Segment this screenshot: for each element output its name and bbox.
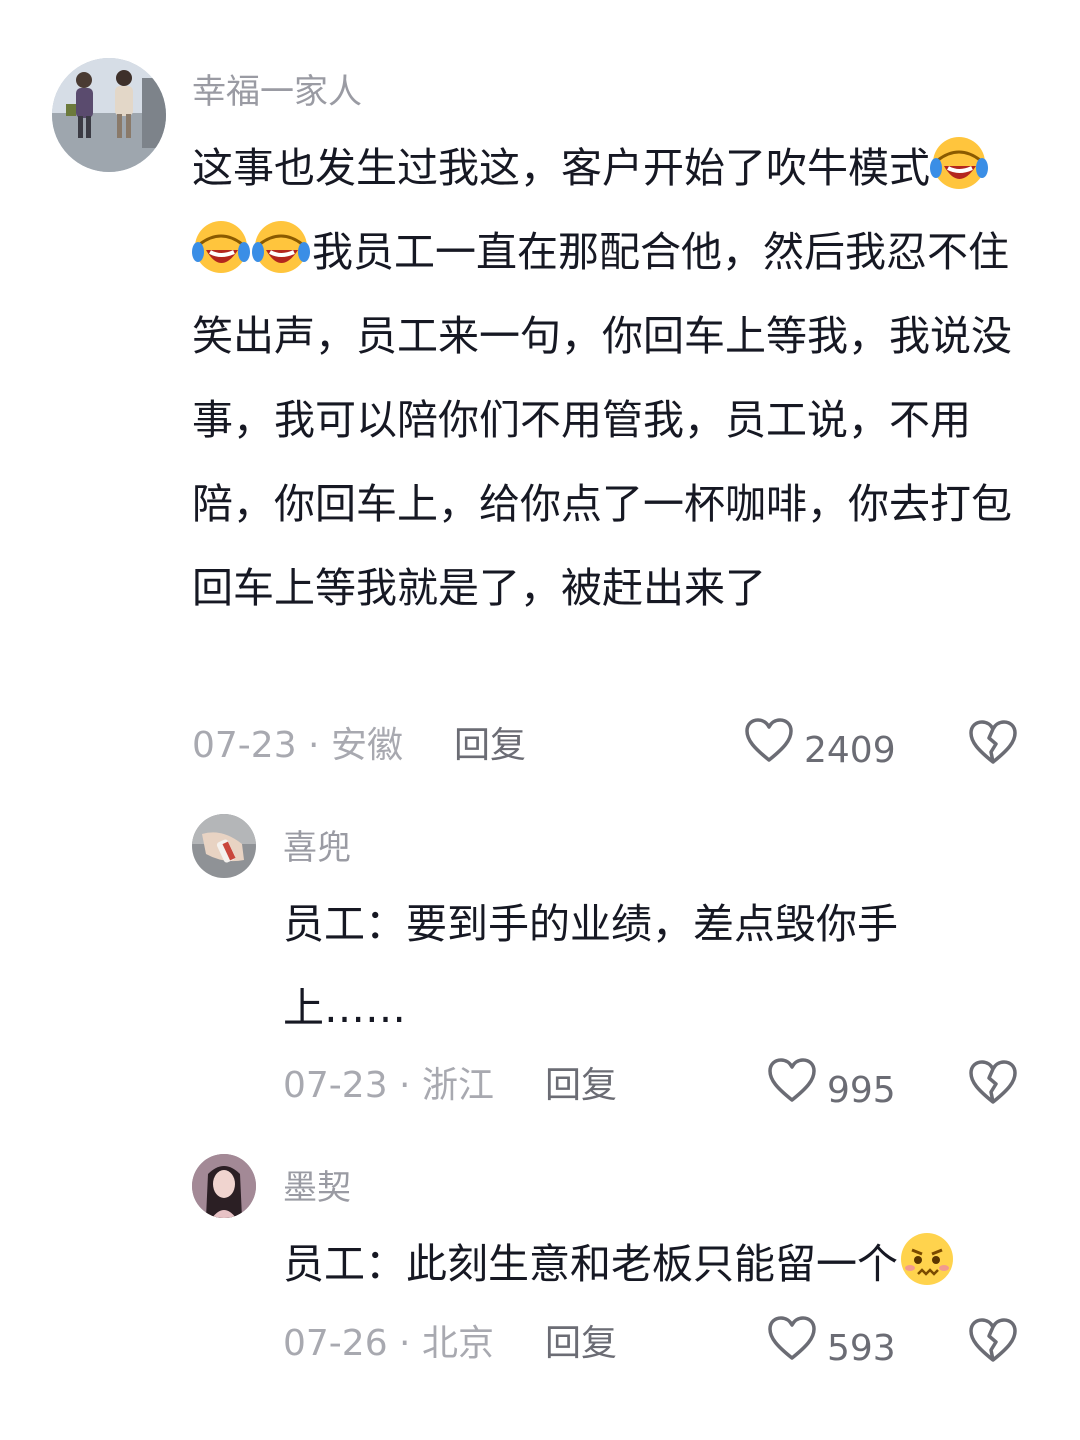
comment-location: 浙江: [421, 1065, 494, 1106]
reply-button[interactable]: 回复: [545, 1314, 617, 1374]
laughing-crying-emoji-icon: [192, 218, 250, 276]
avatar[interactable]: [52, 58, 166, 172]
like-button[interactable]: 593: [767, 1316, 896, 1381]
comment-date: 07-23: [283, 1065, 388, 1106]
like-count: 2409: [804, 729, 896, 771]
comment-date-location: 07-23 · 浙江: [283, 1056, 494, 1116]
like-button[interactable]: 2409: [744, 718, 896, 783]
comment-text-part1: 这事也发生过我这，客户开始了吹牛模式: [192, 144, 930, 192]
comment-meta: 07-26 · 北京 回复 593: [283, 1314, 1023, 1374]
reply-item: 墨契 员工：此刻生意和老板只能留一个 07-26 · 北京 回复 593: [0, 1140, 1080, 1440]
comment-item: 幸福一家人 这事也发生过我这，客户开始了吹牛模式我员工一直在那配合他，然后我忍不…: [0, 0, 1080, 790]
nervous-emoji-icon: [898, 1230, 956, 1288]
laughing-crying-emoji-icon: [930, 134, 988, 192]
comment-date-location: 07-26 · 北京: [283, 1314, 494, 1374]
reply-item: 喜兜 员工：要到手的业绩，差点毁你手上…… 07-23 · 浙江 回复 995: [0, 790, 1080, 1140]
avatar[interactable]: [192, 1154, 256, 1218]
dislike-button[interactable]: [968, 720, 1018, 785]
username[interactable]: 墨契: [283, 1164, 351, 1212]
heart-icon: [767, 1058, 817, 1123]
username[interactable]: 幸福一家人: [192, 68, 362, 116]
broken-heart-icon: [969, 1318, 1017, 1362]
heart-icon: [744, 718, 794, 783]
meta-separator: ·: [296, 725, 331, 766]
reply-button[interactable]: 回复: [454, 716, 526, 776]
username[interactable]: 喜兜: [283, 824, 351, 872]
comment-meta: 07-23 · 浙江 回复 995: [283, 1056, 1023, 1116]
comment-location: 北京: [421, 1323, 494, 1364]
comment-text-body: 员工：此刻生意和老板只能留一个: [283, 1240, 898, 1288]
dislike-button[interactable]: [968, 1318, 1018, 1383]
heart-icon: [767, 1316, 817, 1381]
meta-separator: ·: [387, 1065, 422, 1106]
reply-button[interactable]: 回复: [545, 1056, 617, 1116]
dislike-button[interactable]: [968, 1060, 1018, 1125]
broken-heart-icon: [969, 1060, 1017, 1104]
laughing-crying-emoji-icon: [252, 218, 310, 276]
like-count: 995: [827, 1069, 896, 1111]
comment-date: 07-26: [283, 1323, 388, 1364]
meta-separator: ·: [387, 1323, 422, 1364]
comment-text-part2: 我员工一直在那配合他，然后我忍不住笑出声，员工来一句，你回车上等我，我说没事，我…: [192, 228, 1012, 612]
comment-text: 这事也发生过我这，客户开始了吹牛模式我员工一直在那配合他，然后我忍不住笑出声，员…: [192, 126, 1022, 630]
comment-date-location: 07-23 · 安徽: [192, 716, 403, 776]
comment-location: 安徽: [330, 725, 403, 766]
comment-text: 员工：此刻生意和老板只能留一个: [283, 1222, 1043, 1306]
broken-heart-icon: [969, 720, 1017, 764]
comment-date: 07-23: [192, 725, 297, 766]
like-button[interactable]: 995: [767, 1058, 896, 1123]
avatar[interactable]: [192, 814, 256, 878]
comment-meta: 07-23 · 安徽 回复 2409: [192, 716, 1022, 776]
like-count: 593: [827, 1327, 896, 1369]
comment-text: 员工：要到手的业绩，差点毁你手上……: [283, 900, 898, 1032]
